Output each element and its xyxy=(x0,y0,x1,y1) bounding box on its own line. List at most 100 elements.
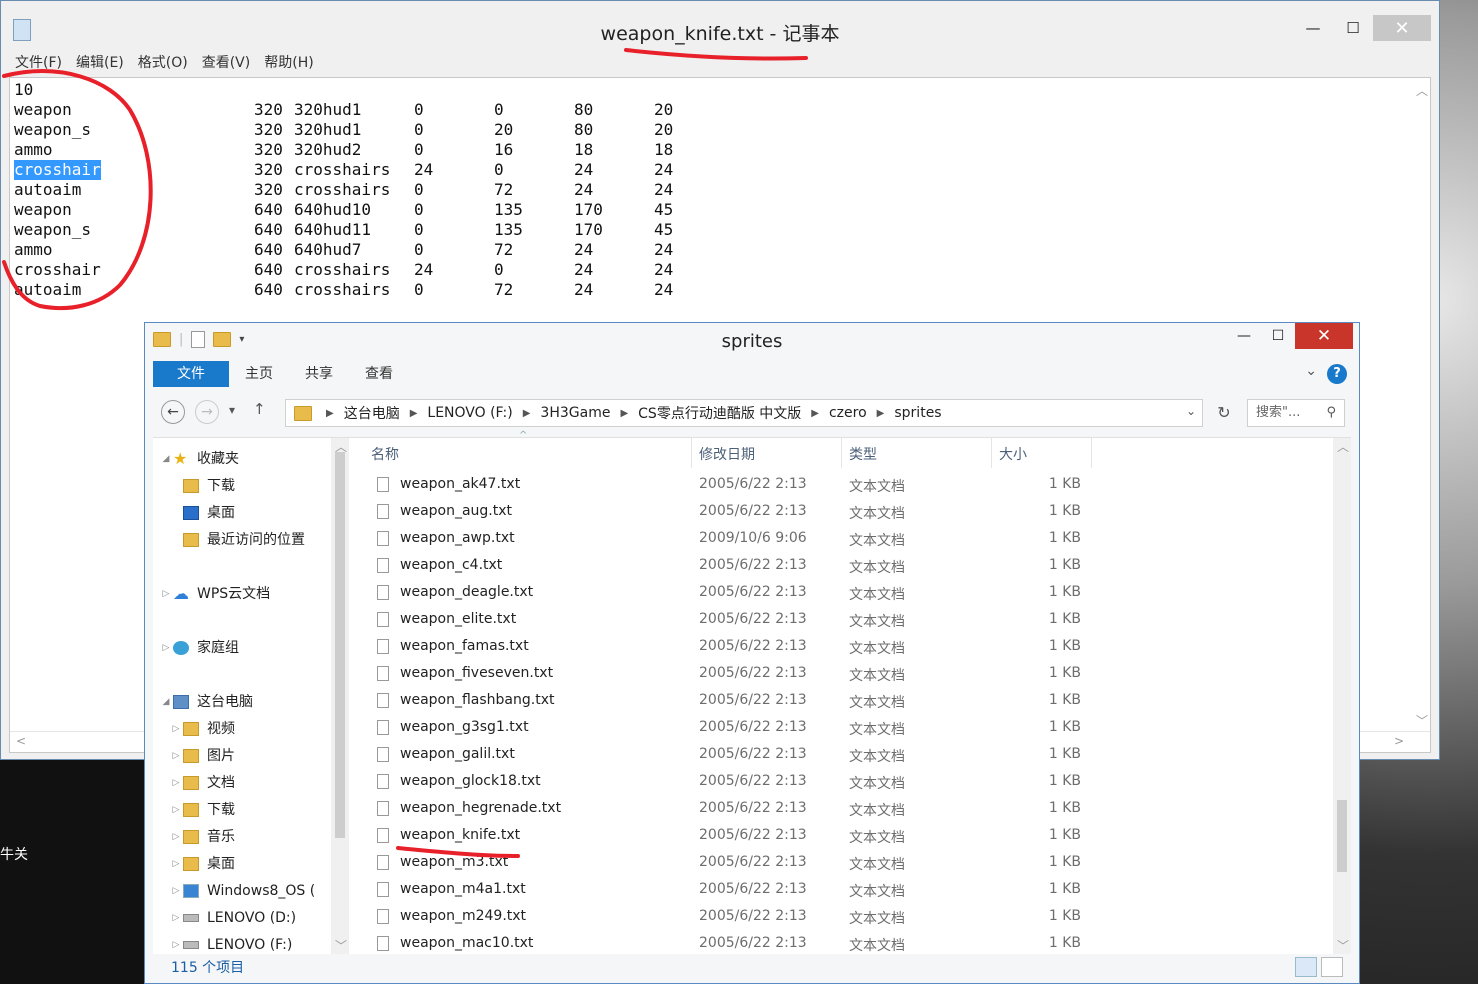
sidebar-item[interactable]: ◢ ★ 收藏夹 xyxy=(159,446,239,472)
tab-view[interactable]: 查看 xyxy=(349,361,409,387)
file-row[interactable]: weapon_mac10.txt 2005/6/22 2:13 文本文档 1 KB xyxy=(351,931,1333,958)
menu-help[interactable]: 帮助(H) xyxy=(264,51,313,75)
sidebar-item[interactable]: 桌面 xyxy=(169,500,235,526)
file-row[interactable]: weapon_knife.txt 2005/6/22 2:13 文本文档 1 KB xyxy=(351,823,1333,850)
file-row[interactable]: weapon_ak47.txt 2005/6/22 2:13 文本文档 1 KB xyxy=(351,472,1333,499)
expand-ribbon-icon[interactable]: ⌄ xyxy=(1305,363,1317,379)
expand-chevron-icon[interactable]: ▷ xyxy=(169,797,183,823)
file-list-scrollbar[interactable]: ︿ ﹀ xyxy=(1333,438,1351,954)
breadcrumb-item[interactable]: 3H3Game xyxy=(540,405,610,421)
file-row[interactable]: weapon_awp.txt 2009/10/6 9:06 文本文档 1 KB xyxy=(351,526,1333,553)
large-icons-view-icon[interactable] xyxy=(1321,957,1343,977)
sidebar-item[interactable]: ▷ LENOVO (D:) xyxy=(169,905,297,931)
scroll-down-arrow-icon[interactable]: ﹀ xyxy=(1337,937,1349,954)
file-row[interactable]: weapon_elite.txt 2005/6/22 2:13 文本文档 1 KB xyxy=(351,607,1333,634)
close-button[interactable]: ✕ xyxy=(1295,323,1353,349)
file-row[interactable]: weapon_glock18.txt 2005/6/22 2:13 文本文档 1 KB xyxy=(351,769,1333,796)
sidebar-item[interactable]: ▷ LENOVO (F:) xyxy=(169,932,293,954)
maximize-button[interactable]: ☐ xyxy=(1261,323,1295,349)
breadcrumb-chevron-icon[interactable]: ▶ xyxy=(877,408,885,419)
scroll-right-arrow-icon[interactable]: > xyxy=(1394,734,1404,748)
breadcrumb-item[interactable]: 这台电脑 xyxy=(344,403,400,423)
scroll-up-arrow-icon[interactable]: ︿ xyxy=(1416,82,1428,99)
file-row[interactable]: weapon_galil.txt 2005/6/22 2:13 文本文档 1 KB xyxy=(351,742,1333,769)
sidebar-item[interactable]: ▷ 视频 xyxy=(169,716,235,742)
expand-chevron-icon[interactable]: ▷ xyxy=(169,770,183,796)
scroll-left-arrow-icon[interactable]: < xyxy=(16,734,26,748)
sidebar-item[interactable]: 下载 xyxy=(169,473,235,499)
refresh-icon[interactable]: ↻ xyxy=(1209,399,1239,427)
expand-chevron-icon[interactable]: ▷ xyxy=(169,905,183,931)
up-arrow-icon[interactable]: ↑ xyxy=(253,400,266,418)
sidebar-item[interactable]: ▷ 桌面 xyxy=(169,851,235,877)
recent-locations-icon[interactable]: ▾ xyxy=(229,403,235,417)
vertical-scrollbar[interactable]: ︿ ﹀ xyxy=(1412,78,1430,734)
expand-chevron-icon[interactable]: ▷ xyxy=(169,851,183,877)
breadcrumb-chevron-icon[interactable]: ▶ xyxy=(326,408,334,419)
maximize-button[interactable]: ☐ xyxy=(1333,15,1373,41)
tab-home[interactable]: 主页 xyxy=(229,361,289,387)
sidebar-item[interactable]: ▷ 文档 xyxy=(169,770,235,796)
column-header-date[interactable]: 修改日期 xyxy=(699,444,755,464)
scrollbar-thumb[interactable] xyxy=(335,452,345,838)
file-row[interactable]: weapon_m249.txt 2005/6/22 2:13 文本文档 1 KB xyxy=(351,904,1333,931)
expand-chevron-icon[interactable]: ▷ xyxy=(169,743,183,769)
expand-chevron-icon[interactable]: ▷ xyxy=(159,581,173,607)
close-button[interactable]: ✕ xyxy=(1373,15,1431,41)
sidebar-item[interactable]: ▷ 家庭组 xyxy=(159,635,239,661)
notepad-titlebar[interactable]: weapon_knife.txt - 记事本 — ☐ ✕ xyxy=(1,1,1439,47)
breadcrumb-chevron-icon[interactable]: ▶ xyxy=(620,408,628,419)
search-icon[interactable]: ⚲ xyxy=(1326,400,1336,426)
search-input[interactable]: 搜索"... ⚲ xyxy=(1247,399,1345,427)
breadcrumb-item[interactable]: LENOVO (F:) xyxy=(427,405,512,421)
expand-chevron-icon[interactable]: ▷ xyxy=(169,878,183,904)
breadcrumb-item[interactable]: CS零点行动迪酷版 中文版 xyxy=(638,403,801,423)
file-row[interactable]: weapon_famas.txt 2005/6/22 2:13 文本文档 1 KB xyxy=(351,634,1333,661)
sidebar-item[interactable]: ▷ 音乐 xyxy=(169,824,235,850)
details-view-icon[interactable] xyxy=(1295,957,1317,977)
address-dropdown-icon[interactable]: ⌄ xyxy=(1186,404,1196,418)
breadcrumb-chevron-icon[interactable]: ▶ xyxy=(410,408,418,419)
scrollbar-thumb[interactable] xyxy=(1337,800,1347,872)
file-row[interactable]: weapon_m3.txt 2005/6/22 2:13 文本文档 1 KB xyxy=(351,850,1333,877)
sidebar-item[interactable]: 最近访问的位置 xyxy=(169,527,305,553)
scroll-up-arrow-icon[interactable]: ︿ xyxy=(1337,438,1349,455)
navigation-pane-scrollbar[interactable]: ︿ ﹀ xyxy=(331,438,349,954)
help-icon[interactable]: ? xyxy=(1327,364,1347,384)
column-header-size[interactable]: 大小 xyxy=(999,444,1027,464)
menu-format[interactable]: 格式(O) xyxy=(138,51,188,75)
expand-chevron-icon[interactable]: ▷ xyxy=(159,635,173,661)
scroll-down-arrow-icon[interactable]: ﹀ xyxy=(1416,712,1428,729)
sidebar-item[interactable]: ▷ 图片 xyxy=(169,743,235,769)
forward-button[interactable]: → xyxy=(195,400,219,424)
file-row[interactable]: weapon_fiveseven.txt 2005/6/22 2:13 文本文档 1 … xyxy=(351,661,1333,688)
address-bar[interactable]: ▶ 这台电脑 ▶ LENOVO (F:) ▶ 3H3Game ▶ CS零点行动迪… xyxy=(285,399,1203,427)
minimize-button[interactable]: — xyxy=(1227,323,1261,349)
scroll-down-arrow-icon[interactable]: ﹀ xyxy=(335,937,347,954)
menu-edit[interactable]: 编辑(E) xyxy=(76,51,124,75)
file-row[interactable]: weapon_g3sg1.txt 2005/6/22 2:13 文本文档 1 KB xyxy=(351,715,1333,742)
back-button[interactable]: ← xyxy=(161,400,185,424)
expand-chevron-icon[interactable]: ▷ xyxy=(169,932,183,954)
file-row[interactable]: weapon_c4.txt 2005/6/22 2:13 文本文档 1 KB xyxy=(351,553,1333,580)
sidebar-item[interactable]: ▷ 下载 xyxy=(169,797,235,823)
sidebar-item[interactable]: ◢ 这台电脑 xyxy=(159,689,253,715)
file-row[interactable]: weapon_aug.txt 2005/6/22 2:13 文本文档 1 KB xyxy=(351,499,1333,526)
sidebar-item[interactable]: ▷ Windows8_OS ( xyxy=(169,878,316,904)
breadcrumb-chevron-icon[interactable]: ▶ xyxy=(523,408,531,419)
desktop-icon-label[interactable]: 牛关 xyxy=(0,844,28,864)
minimize-button[interactable]: — xyxy=(1293,15,1333,41)
explorer-titlebar[interactable]: | ▾ sprites — ☐ ✕ xyxy=(145,323,1359,359)
breadcrumb-item[interactable]: czero xyxy=(829,405,867,421)
menu-view[interactable]: 查看(V) xyxy=(202,51,251,75)
expand-chevron-icon[interactable]: ◢ xyxy=(159,689,173,715)
file-row[interactable]: weapon_flashbang.txt 2005/6/22 2:13 文本文档 1 … xyxy=(351,688,1333,715)
expand-chevron-icon[interactable]: ▷ xyxy=(169,716,183,742)
tab-share[interactable]: 共享 xyxy=(289,361,349,387)
breadcrumb-chevron-icon[interactable]: ▶ xyxy=(811,408,819,419)
expand-chevron-icon[interactable]: ◢ xyxy=(159,446,173,472)
menu-file[interactable]: 文件(F) xyxy=(15,51,62,75)
tab-file[interactable]: 文件 xyxy=(153,361,229,387)
breadcrumb-item[interactable]: sprites xyxy=(894,405,941,421)
column-header-name[interactable]: 名称 xyxy=(371,444,399,464)
